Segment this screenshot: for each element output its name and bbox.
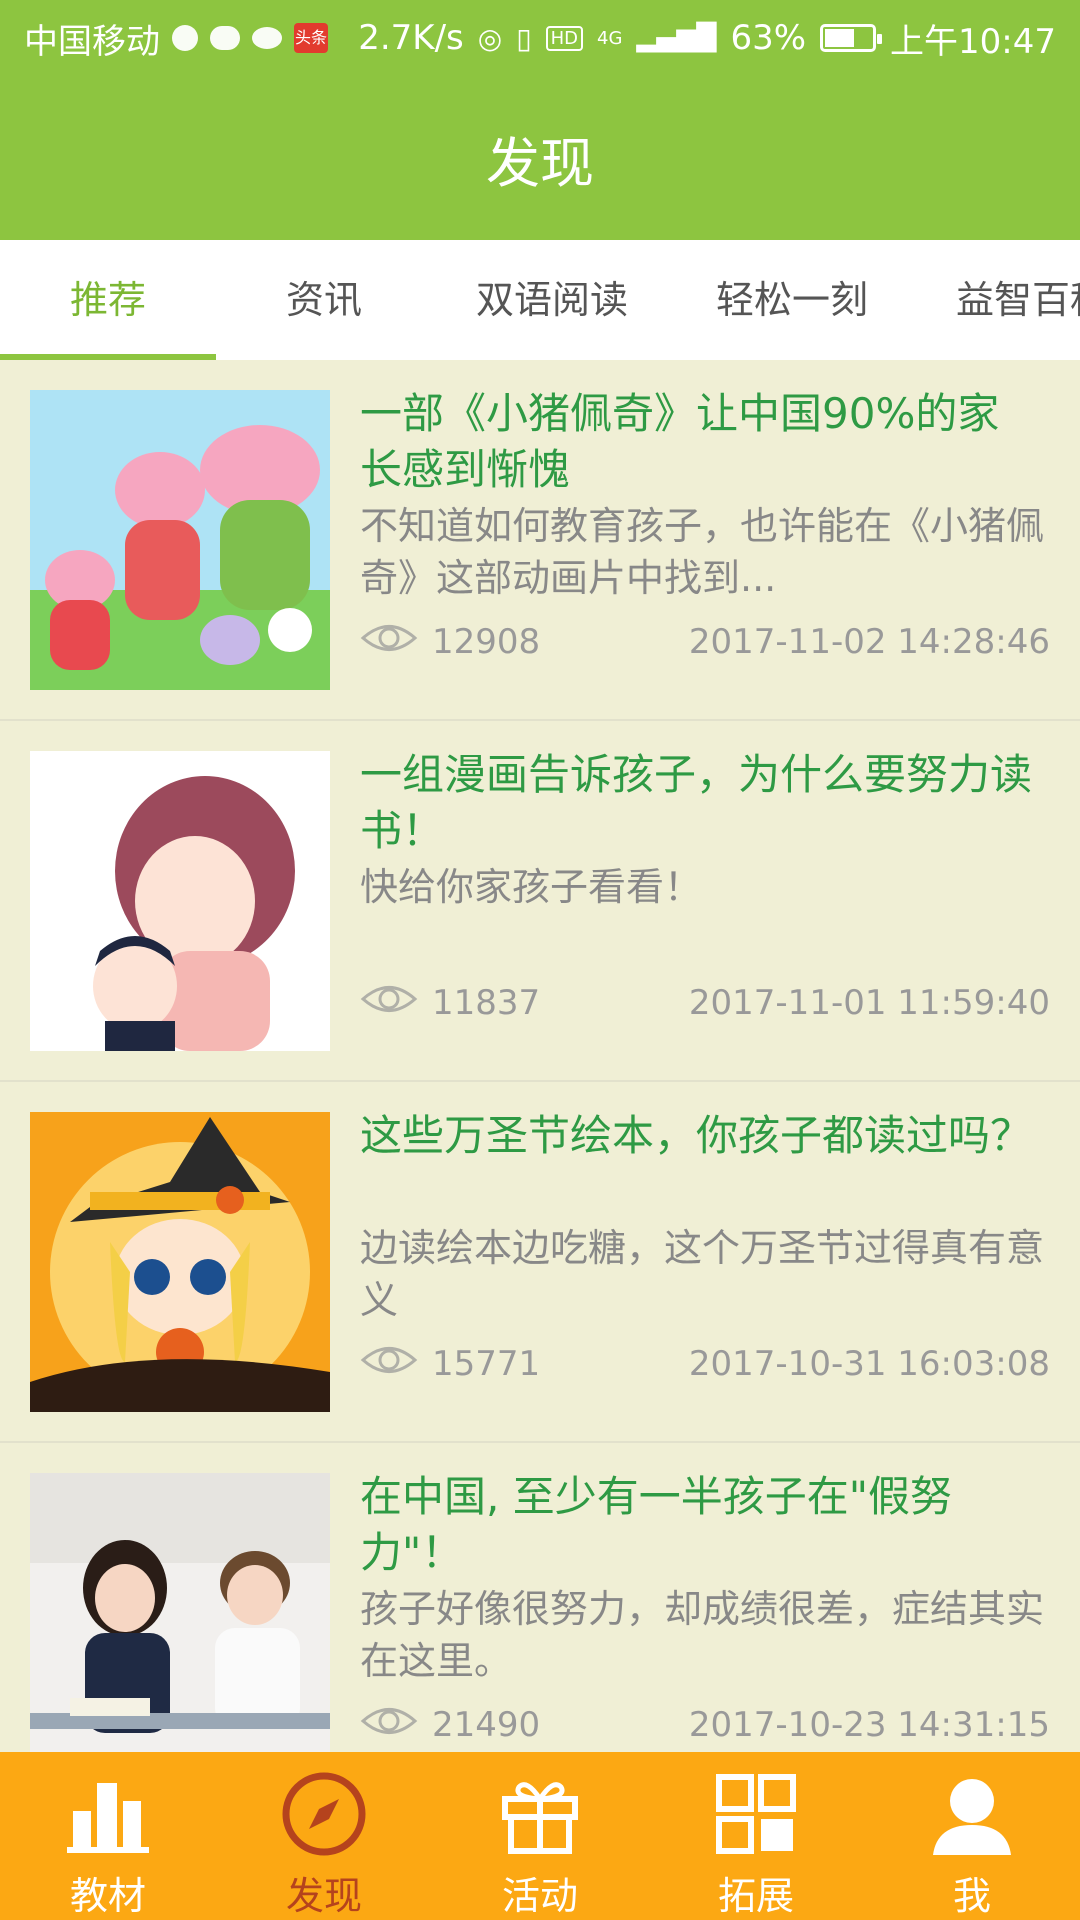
nav-label: 活动 — [501, 1874, 578, 1918]
article-meta: 12908 2017-11-02 14:28:46 — [360, 622, 1050, 662]
article-summary: 不知道如何教育孩子，也许能在《小猪佩奇》这部动画片中找到... — [360, 504, 1045, 600]
article-summary: 边读绘本边吃糖，这个万圣节过得真有意义 — [360, 1226, 1045, 1322]
article-meta: 15771 2017-10-31 16:03:08 — [360, 1344, 1050, 1384]
tab-relax[interactable]: 轻松一刻 — [672, 240, 912, 360]
weibo-notification-icon — [172, 25, 198, 51]
weibo-icon — [252, 27, 282, 49]
article-item[interactable]: 一组漫画告诉孩子，为什么要努力读书！ 快给你家孩子看看！ 11837 2017-… — [0, 721, 1080, 1082]
signal-icon: ▂▄▆█ — [636, 23, 717, 53]
compass-icon — [279, 1770, 369, 1857]
nav-label: 我 — [952, 1874, 991, 1918]
page-title: 发现 — [486, 131, 594, 195]
eye-icon — [360, 621, 418, 664]
article-title: 一部《小猪佩奇》让中国90%的家长感到惭愧 — [360, 389, 1000, 494]
tab-bilingual-reading[interactable]: 双语阅读 — [432, 240, 672, 360]
article-item[interactable]: 一部《小猪佩奇》让中国90%的家长感到惭愧 不知道如何教育孩子，也许能在《小猪佩… — [0, 360, 1080, 721]
nav-label: 教材 — [69, 1874, 146, 1918]
nav-extension[interactable]: 拓展 — [648, 1752, 864, 1920]
publish-date: 2017-10-31 16:03:08 — [688, 1344, 1050, 1384]
view-count: 15771 — [432, 1344, 541, 1384]
bottom-nav: 教材 发现 活动 拓展 我 — [0, 1752, 1080, 1920]
article-list: 一部《小猪佩奇》让中国90%的家长感到惭愧 不知道如何教育孩子，也许能在《小猪佩… — [0, 360, 1080, 1752]
vibrate-icon: ▯ — [516, 21, 532, 55]
article-meta: 11837 2017-11-01 11:59:40 — [360, 983, 1050, 1023]
tab-encyclopedia[interactable]: 益智百科 — [912, 240, 1080, 360]
nav-textbook[interactable]: 教材 — [0, 1752, 216, 1920]
grid-icon — [711, 1770, 801, 1857]
eye-icon — [360, 1343, 418, 1386]
publish-date: 2017-11-01 11:59:40 — [688, 983, 1050, 1023]
chat-notification-icon — [210, 26, 240, 50]
article-item[interactable]: 在中国, 至少有一半孩子在"假努力"！ 孩子好像很努力，却成绩很差，症结其实在这… — [0, 1443, 1080, 1752]
hotspot-icon: ◎ — [477, 21, 503, 55]
gift-icon — [495, 1770, 585, 1857]
article-thumbnail-peppa-pig — [30, 390, 330, 690]
clock: 上午10:47 — [890, 21, 1056, 62]
article-summary: 快给你家孩子看看！ — [360, 865, 703, 909]
view-count: 12908 — [432, 622, 541, 662]
eye-icon — [360, 1704, 418, 1747]
article-title: 一组漫画告诉孩子，为什么要努力读书！ — [360, 750, 1033, 855]
network-speed: 2.7K/s — [358, 18, 464, 58]
bar-chart-icon — [63, 1770, 153, 1857]
article-item[interactable]: 这些万圣节绘本，你孩子都读过吗？ 边读绘本边吃糖，这个万圣节过得真有意义 157… — [0, 1082, 1080, 1443]
view-count: 11837 — [432, 983, 541, 1023]
category-tabs: 推荐 资讯 双语阅读 轻松一刻 益智百科 — [0, 240, 1080, 360]
article-title: 这些万圣节绘本，你孩子都读过吗？ — [360, 1111, 1033, 1160]
article-thumbnail-students — [30, 1473, 330, 1752]
nav-me[interactable]: 我 — [864, 1752, 1080, 1920]
app-header: 发现 — [0, 76, 1080, 240]
eye-icon — [360, 982, 418, 1025]
nav-label: 发现 — [285, 1874, 362, 1918]
carrier-label: 中国移动 — [24, 21, 160, 62]
tab-recommend[interactable]: 推荐 — [0, 240, 216, 360]
publish-date: 2017-10-23 14:31:15 — [688, 1705, 1050, 1745]
article-thumbnail-comic — [30, 751, 330, 1051]
article-meta: 21490 2017-10-23 14:31:15 — [360, 1705, 1050, 1745]
network-type: 4G — [597, 27, 623, 49]
battery-icon — [820, 24, 883, 52]
toutiao-icon: 头条 — [294, 23, 328, 53]
view-count: 21490 — [432, 1705, 541, 1745]
article-summary: 孩子好像很努力，却成绩很差，症结其实在这里。 — [360, 1587, 1045, 1683]
nav-activity[interactable]: 活动 — [432, 1752, 648, 1920]
status-bar: 中国移动 头条 2.7K/s ◎ ▯ HD 4G ▂▄▆█ 63% 上午10:4… — [0, 0, 1080, 76]
nav-label: 拓展 — [717, 1874, 794, 1918]
battery-percent: 63% — [730, 18, 807, 58]
tab-news[interactable]: 资讯 — [216, 240, 432, 360]
hd-icon: HD — [545, 25, 584, 51]
nav-discover[interactable]: 发现 — [216, 1752, 432, 1920]
person-icon — [927, 1770, 1017, 1857]
publish-date: 2017-11-02 14:28:46 — [688, 622, 1050, 662]
article-title: 在中国, 至少有一半孩子在"假努力"！ — [360, 1472, 953, 1577]
article-thumbnail-halloween — [30, 1112, 330, 1412]
